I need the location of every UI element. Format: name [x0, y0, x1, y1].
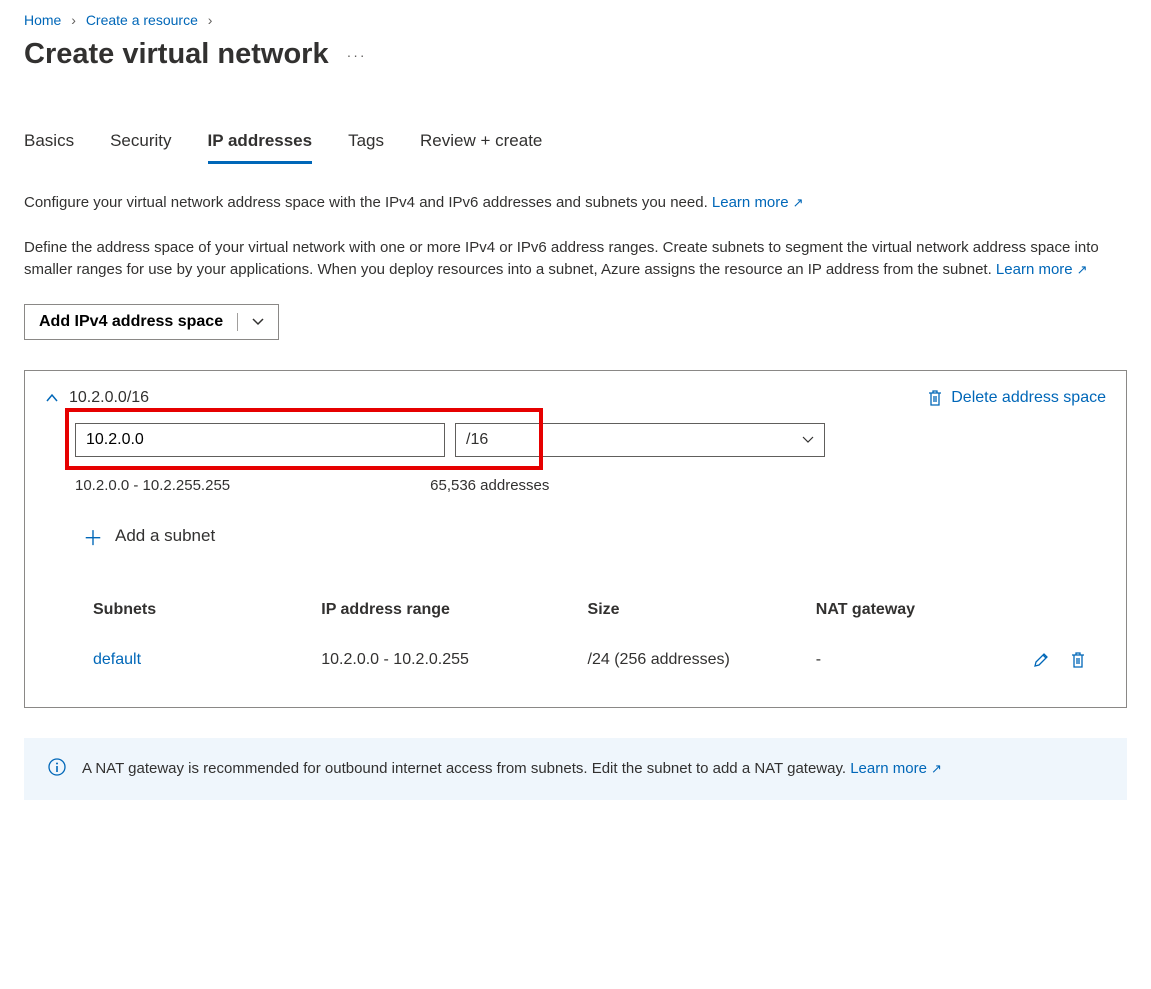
col-size: Size: [588, 601, 816, 619]
description-2: Define the address space of your virtual…: [24, 237, 1124, 282]
trash-icon: [1070, 651, 1086, 669]
chevron-up-icon[interactable]: [45, 393, 59, 403]
learn-more-link-1[interactable]: Learn more↗: [712, 194, 804, 211]
subnet-name-link[interactable]: default: [93, 651, 321, 669]
external-link-icon: ↗: [793, 195, 804, 210]
address-space-size-dropdown[interactable]: /16: [455, 423, 825, 457]
add-ipv4-address-space-button[interactable]: Add IPv4 address space: [24, 304, 279, 340]
page-title: Create virtual network: [24, 38, 329, 71]
subnet-nat: -: [816, 651, 1006, 669]
col-nat-gateway: NAT gateway: [816, 601, 1006, 619]
tab-ip-addresses[interactable]: IP addresses: [208, 131, 313, 164]
plus-icon: ＋: [83, 522, 103, 551]
description-1: Configure your virtual network address s…: [24, 192, 1124, 215]
info-banner: A NAT gateway is recommended for outboun…: [24, 738, 1127, 801]
tab-tags[interactable]: Tags: [348, 131, 384, 164]
more-button[interactable]: ···: [347, 47, 367, 63]
description-2-text: Define the address space of your virtual…: [24, 239, 1099, 279]
tab-basics[interactable]: Basics: [24, 131, 74, 164]
address-space-card: 10.2.0.0/16 Delete address space /16 10.…: [24, 370, 1127, 708]
tab-review-create[interactable]: Review + create: [420, 131, 542, 164]
edit-subnet-button[interactable]: [1032, 651, 1050, 669]
breadcrumb: Home › Create a resource ›: [24, 12, 1127, 28]
prefix-value: /16: [466, 431, 488, 449]
table-row: default 10.2.0.0 - 10.2.0.255 /24 (256 a…: [93, 637, 1086, 683]
divider: [237, 313, 238, 331]
address-range-text: 10.2.0.0 - 10.2.255.255: [75, 477, 230, 494]
delete-address-space-label: Delete address space: [951, 389, 1106, 407]
breadcrumb-home[interactable]: Home: [24, 12, 61, 28]
description-1-text: Configure your virtual network address s…: [24, 194, 708, 211]
subnet-table: Subnets IP address range Size NAT gatewa…: [93, 601, 1086, 683]
external-link-icon: ↗: [931, 761, 942, 776]
delete-address-space-button[interactable]: Delete address space: [927, 389, 1106, 407]
address-count-text: 65,536 addresses: [430, 477, 549, 494]
info-banner-text: A NAT gateway is recommended for outboun…: [82, 760, 846, 777]
add-subnet-button[interactable]: ＋ Add a subnet: [83, 522, 1106, 551]
add-subnet-label: Add a subnet: [115, 526, 215, 546]
chevron-right-icon: ›: [208, 12, 213, 28]
chevron-down-icon: [802, 436, 814, 444]
tabs: Basics Security IP addresses Tags Review…: [24, 131, 1127, 164]
chevron-down-icon: [252, 318, 264, 326]
subnet-size: /24 (256 addresses): [588, 651, 816, 669]
subnet-range: 10.2.0.0 - 10.2.0.255: [321, 651, 587, 669]
trash-icon: [927, 389, 943, 407]
learn-more-link-2[interactable]: Learn more↗: [996, 261, 1088, 278]
address-space-cidr: 10.2.0.0/16: [69, 389, 149, 407]
external-link-icon: ↗: [1077, 262, 1088, 277]
starting-address-input[interactable]: [75, 423, 445, 457]
breadcrumb-create-resource[interactable]: Create a resource: [86, 12, 198, 28]
col-ip-range: IP address range: [321, 601, 587, 619]
chevron-right-icon: ›: [71, 12, 76, 28]
col-subnets: Subnets: [93, 601, 321, 619]
pencil-icon: [1032, 651, 1050, 669]
info-icon: [48, 758, 66, 781]
tab-security[interactable]: Security: [110, 131, 171, 164]
info-banner-learn-more[interactable]: Learn more↗: [850, 760, 942, 777]
delete-subnet-button[interactable]: [1070, 651, 1086, 669]
add-ipv4-label: Add IPv4 address space: [39, 313, 223, 331]
